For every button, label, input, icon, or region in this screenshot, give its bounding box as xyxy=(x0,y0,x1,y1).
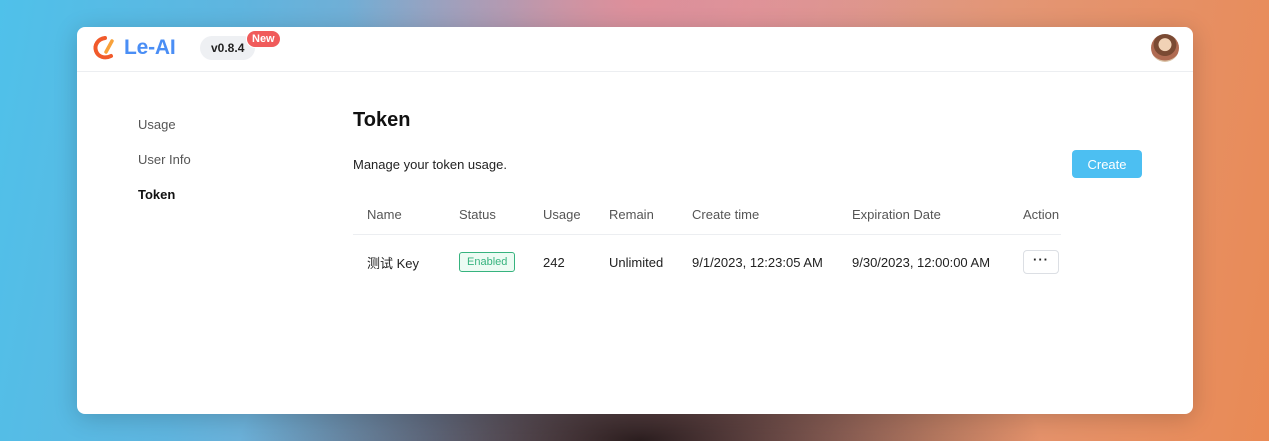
column-header-status: Status xyxy=(459,195,543,235)
sidebar-item-user-info[interactable]: User Info xyxy=(138,152,191,168)
create-token-button[interactable]: Create xyxy=(1072,150,1142,178)
column-header-remain: Remain xyxy=(609,195,692,235)
top-header: Le-AI v0.8.4 New xyxy=(77,27,1193,72)
column-header-expiration-date: Expiration Date xyxy=(852,195,1023,235)
remain-value: Unlimited xyxy=(609,254,664,270)
page-subtitle: Manage your token usage. xyxy=(353,157,507,172)
create-time-value: 9/1/2023, 12:23:05 AM xyxy=(692,254,823,270)
more-actions-button[interactable]: ··· xyxy=(1023,250,1059,274)
status-badge: Enabled xyxy=(459,252,516,272)
column-header-usage: Usage xyxy=(543,195,609,235)
sidebar-item-usage[interactable]: Usage xyxy=(138,117,191,133)
usage-value: 242 xyxy=(543,254,565,270)
column-header-action: Action xyxy=(1023,195,1061,235)
sidebar-item-token[interactable]: Token xyxy=(138,187,191,203)
sidebar-nav: Usage User Info Token xyxy=(138,117,191,222)
status-cell: Enabled xyxy=(459,235,543,290)
column-header-name: Name xyxy=(353,195,459,235)
new-badge: New xyxy=(246,30,281,48)
page-title: Token xyxy=(353,109,411,131)
column-header-create-time: Create time xyxy=(692,195,852,235)
token-table: Name Status Usage Remain Create time Exp… xyxy=(353,195,1061,289)
table-row: 测试 Key Enabled 242 Unlimited 9/1/2023, 1… xyxy=(353,235,1061,290)
expiration-date-value: 9/30/2023, 12:00:00 AM xyxy=(852,254,991,270)
action-cell: ··· xyxy=(1023,235,1061,290)
table-header-row: Name Status Usage Remain Create time Exp… xyxy=(353,195,1061,235)
token-name: 测试 Key xyxy=(367,255,420,271)
app-name[interactable]: Le-AI xyxy=(124,36,176,60)
app-window: Le-AI v0.8.4 New Usage User Info Token T… xyxy=(77,27,1193,414)
user-avatar[interactable] xyxy=(1151,34,1179,62)
le-ai-logo-icon[interactable] xyxy=(92,35,118,61)
